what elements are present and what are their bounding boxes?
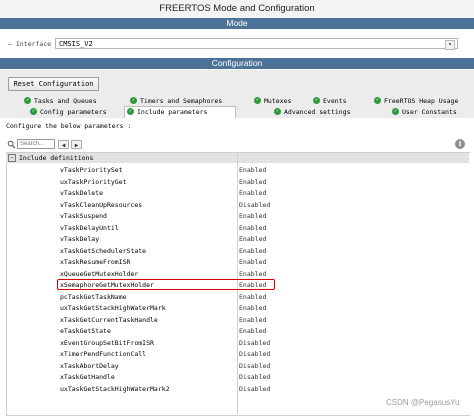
configure-instructions: Configure the below parameters : xyxy=(6,122,132,130)
mode-section-header: Mode xyxy=(0,18,474,29)
table-row[interactable]: xTimerPendFunctionCall Disabled xyxy=(60,349,460,360)
group-value-cell xyxy=(238,153,469,163)
table-row[interactable]: vTaskDelete Enabled xyxy=(60,188,460,199)
table-row[interactable]: vTaskDelayUntil Enabled xyxy=(60,223,460,234)
tab-mutexes[interactable]: ✓ Mutexes xyxy=(252,96,302,106)
interface-label: — Interface xyxy=(8,40,52,48)
table-row[interactable]: uxTaskPriorityGet Enabled xyxy=(60,177,460,188)
tab-advanced-settings[interactable]: ✓ Advanced settings xyxy=(272,107,362,117)
table-row[interactable]: xTaskGetHandle Disabled xyxy=(60,372,460,383)
table-row[interactable]: xEventGroupSetBitFromISR Disabled xyxy=(60,338,460,349)
watermark: CSDN @PegasusYu xyxy=(386,398,460,407)
table-row[interactable]: pcTaskGetTaskName Enabled xyxy=(60,292,460,303)
tab-user-constants[interactable]: ✓ User Constants xyxy=(390,107,470,117)
check-circle-icon: ✓ xyxy=(254,97,261,104)
table-row[interactable]: vTaskCleanUpResources Disabled xyxy=(60,200,460,211)
check-circle-icon: ✓ xyxy=(374,97,381,104)
check-circle-icon: ✓ xyxy=(274,108,281,115)
info-icon[interactable]: i xyxy=(455,139,465,149)
check-circle-icon: ✓ xyxy=(30,108,37,115)
check-circle-icon: ✓ xyxy=(313,97,320,104)
search-icon xyxy=(7,140,16,149)
window-title: FREERTOS Mode and Configuration xyxy=(0,0,474,18)
table-row[interactable]: xQueueGetMutexHolder Enabled xyxy=(60,269,460,280)
next-match-button[interactable]: ▶ xyxy=(71,140,82,149)
tab-events[interactable]: ✓ Events xyxy=(311,96,361,106)
group-include-definitions[interactable]: − Include definitions xyxy=(6,153,237,163)
tab-timers-and-semaphores[interactable]: ✓ Timers and Semaphores xyxy=(128,96,248,106)
check-circle-icon: ✓ xyxy=(392,108,399,115)
check-circle-icon: ✓ xyxy=(130,97,137,104)
check-circle-icon: ✓ xyxy=(24,97,31,104)
table-row[interactable]: vTaskDelay Enabled xyxy=(60,234,460,245)
previous-match-button[interactable]: ◀ xyxy=(58,140,69,149)
table-row[interactable]: xTaskAbortDelay Disabled xyxy=(60,361,460,372)
tab-config-parameters[interactable]: ✓ Config parameters xyxy=(28,107,118,117)
collapse-icon[interactable]: − xyxy=(8,153,16,162)
table-row[interactable]: vTaskSuspend Enabled xyxy=(60,211,460,222)
configuration-section-header: Configuration xyxy=(0,58,474,69)
tab-freertos-heap-usage[interactable]: ✓ FreeRTOS Heap Usage xyxy=(372,96,472,106)
check-circle-icon: ✓ xyxy=(127,108,134,115)
table-row[interactable]: uxTaskGetStackHighWaterMark Enabled xyxy=(60,303,460,314)
interface-value: CMSIS_V2 xyxy=(59,40,93,48)
reset-configuration-button[interactable]: Reset Configuration xyxy=(8,77,99,91)
tab-tasks-and-queues[interactable]: ✓ Tasks and Queues xyxy=(22,96,122,106)
highlight-annotation-box xyxy=(57,279,275,290)
interface-select[interactable]: CMSIS_V2 ▾ xyxy=(55,38,458,50)
interface-row: — Interface CMSIS_V2 ▾ xyxy=(0,35,474,53)
table-row[interactable]: xTaskGetCurrentTaskHandle Enabled xyxy=(60,315,460,326)
chevron-down-icon[interactable]: ▾ xyxy=(445,40,455,50)
table-row[interactable]: eTaskGetState Enabled xyxy=(60,326,460,337)
tab-include-parameters[interactable]: ✓ Include parameters xyxy=(124,106,236,118)
table-row[interactable]: vTaskPrioritySet Enabled xyxy=(60,165,460,176)
table-row[interactable]: xTaskResumeFromISR Enabled xyxy=(60,257,460,268)
search-input[interactable] xyxy=(17,139,55,149)
table-row[interactable]: uxTaskGetStackHighWaterMark2 Disabled xyxy=(60,384,460,395)
table-row[interactable]: xTaskGetSchedulerState Enabled xyxy=(60,246,460,257)
